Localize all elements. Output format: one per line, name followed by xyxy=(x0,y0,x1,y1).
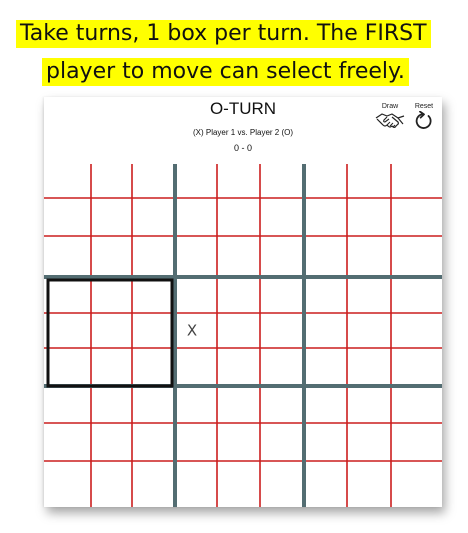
board-cell[interactable] xyxy=(91,423,132,461)
board-cell[interactable] xyxy=(391,423,434,461)
players-label: (X) Player 1 vs. Player 2 (O) xyxy=(192,128,294,137)
board-cell[interactable] xyxy=(175,386,217,423)
game-card: X O-TURN (X) Player 1 vs. Player 2 (O) 0… xyxy=(44,97,442,507)
board-cell[interactable] xyxy=(91,313,132,348)
board-cell[interactable] xyxy=(132,277,175,313)
board-cell[interactable] xyxy=(91,348,132,386)
board-cell[interactable] xyxy=(260,164,304,198)
board-cell[interactable] xyxy=(132,164,175,198)
board-cell[interactable] xyxy=(91,277,132,313)
board-cell[interactable] xyxy=(132,423,175,461)
cell-mark: X xyxy=(187,322,197,340)
board-cell[interactable] xyxy=(175,198,217,236)
board-cell[interactable] xyxy=(91,164,132,198)
board-cell[interactable] xyxy=(132,386,175,423)
board-cell[interactable] xyxy=(47,461,91,507)
board-cell[interactable] xyxy=(47,423,91,461)
board-cell[interactable] xyxy=(304,236,347,277)
board-cell[interactable] xyxy=(91,461,132,507)
board-cell[interactable] xyxy=(391,277,434,313)
board-cell[interactable] xyxy=(217,348,260,386)
board: X xyxy=(44,164,442,507)
board-cell[interactable] xyxy=(260,348,304,386)
board-cell[interactable] xyxy=(304,348,347,386)
board-cell[interactable] xyxy=(47,236,91,277)
board-cell[interactable] xyxy=(347,198,391,236)
board-cell[interactable] xyxy=(217,236,260,277)
board-cell[interactable] xyxy=(391,386,434,423)
board-cell[interactable] xyxy=(175,423,217,461)
board-cell[interactable] xyxy=(304,198,347,236)
board-cell[interactable] xyxy=(304,461,347,507)
instruction-line-2: player to move can select freely. xyxy=(42,58,409,86)
reset-button[interactable]: Reset xyxy=(411,102,437,131)
board-cell[interactable] xyxy=(347,386,391,423)
board-cell[interactable] xyxy=(217,164,260,198)
board-cell[interactable] xyxy=(260,198,304,236)
board-cell[interactable] xyxy=(304,386,347,423)
draw-label: Draw xyxy=(381,103,399,110)
board-cell[interactable] xyxy=(91,386,132,423)
board-cell[interactable] xyxy=(391,461,434,507)
board-cell[interactable] xyxy=(132,236,175,277)
board-cell[interactable] xyxy=(47,348,91,386)
board-cell[interactable] xyxy=(217,386,260,423)
board-cell[interactable] xyxy=(217,277,260,313)
board-cell[interactable] xyxy=(47,277,91,313)
board-cell[interactable] xyxy=(132,461,175,507)
board-cell[interactable] xyxy=(260,423,304,461)
board-cell[interactable] xyxy=(347,236,391,277)
draw-button[interactable]: Draw xyxy=(375,102,405,129)
board-cell[interactable] xyxy=(132,198,175,236)
board-cell[interactable] xyxy=(391,236,434,277)
board-cell[interactable] xyxy=(391,348,434,386)
board-cell[interactable] xyxy=(175,348,217,386)
board-cell[interactable] xyxy=(132,313,175,348)
board-cell[interactable] xyxy=(391,164,434,198)
board-cell[interactable] xyxy=(304,313,347,348)
handshake-icon xyxy=(375,113,405,128)
reset-label: Reset xyxy=(414,103,434,110)
board-cell[interactable] xyxy=(260,236,304,277)
instruction-line-1: Take turns, 1 box per turn. The FIRST xyxy=(16,20,431,48)
board-cell[interactable] xyxy=(91,198,132,236)
board-cell[interactable] xyxy=(175,277,217,313)
board-cell[interactable] xyxy=(260,313,304,348)
board-cell[interactable] xyxy=(47,198,91,236)
board-cell[interactable] xyxy=(260,386,304,423)
board-cell[interactable] xyxy=(175,164,217,198)
board-cell[interactable] xyxy=(347,348,391,386)
board-cell[interactable] xyxy=(391,313,434,348)
board-cell[interactable] xyxy=(347,277,391,313)
board-cell[interactable] xyxy=(347,461,391,507)
reset-arrow-icon xyxy=(415,111,432,129)
board-cell[interactable] xyxy=(304,277,347,313)
board-cell[interactable] xyxy=(347,423,391,461)
page: Take turns, 1 box per turn. The FIRST pl… xyxy=(0,0,468,533)
board-cell[interactable] xyxy=(347,164,391,198)
board-cell[interactable] xyxy=(304,423,347,461)
board-cell[interactable] xyxy=(47,164,91,198)
board-cell[interactable] xyxy=(217,461,260,507)
board-cell[interactable] xyxy=(47,313,91,348)
board-cell[interactable] xyxy=(304,164,347,198)
board-cell[interactable] xyxy=(260,461,304,507)
board-cell[interactable] xyxy=(175,236,217,277)
board-cell[interactable] xyxy=(132,348,175,386)
board-cell[interactable] xyxy=(91,236,132,277)
board-cell[interactable] xyxy=(347,313,391,348)
board-cell[interactable] xyxy=(260,277,304,313)
board-cell[interactable] xyxy=(217,423,260,461)
board-cell[interactable] xyxy=(47,386,91,423)
board-cell[interactable] xyxy=(175,461,217,507)
board-cell[interactable] xyxy=(391,198,434,236)
board-cell[interactable] xyxy=(217,198,260,236)
score-display: 0 - 0 xyxy=(233,143,252,153)
board-cell[interactable] xyxy=(217,313,260,348)
